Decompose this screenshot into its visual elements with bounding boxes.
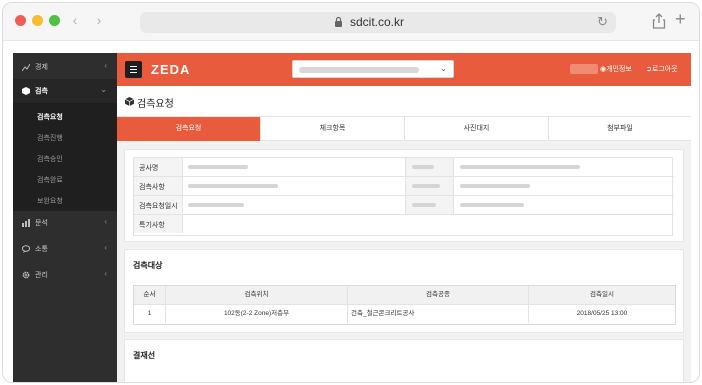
back-icon[interactable]: ‹ — [67, 12, 83, 28]
lock-icon — [335, 16, 342, 27]
info-label-redacted — [405, 158, 454, 176]
redacted-value — [188, 165, 248, 169]
table-header-row: 순서 검측위치 검측공종 검측일시 — [134, 286, 675, 305]
info-row: 검측요청일시 — [134, 196, 674, 215]
app-header: ZEDA ⌄ ◉개인정보 ➲로그아웃 — [117, 53, 691, 86]
info-label: 공사명 — [134, 158, 183, 176]
submenu-item-request[interactable]: 검측요청 — [37, 112, 63, 122]
address-bar[interactable]: sdcit.co.kr ↻ — [140, 12, 616, 33]
tab-attachments[interactable]: 첨부파일 — [549, 117, 691, 141]
row-datetime: 2018/05/25 13:00 — [576, 310, 628, 317]
logout-link[interactable]: ➲로그아웃 — [646, 64, 678, 74]
redacted-value — [188, 203, 244, 207]
sidebar-item-label: 소통 — [35, 246, 48, 253]
chevron-left-icon: ‹ — [104, 217, 107, 226]
info-table: 공사명 검측사항 검측요청일시 특기사항 — [133, 157, 674, 236]
submenu-item-complete[interactable]: 검측완료 — [37, 175, 63, 185]
tab-request[interactable]: 검측요청 — [117, 117, 261, 141]
sidebar-item-label: 관리 — [35, 272, 48, 279]
redacted-value — [460, 165, 580, 169]
inspection-submenu: 검측요청 검측진행 검측승인 검측완료 보완요청 — [13, 103, 117, 211]
sidebar-item-inspection[interactable]: 검측 ⌄ — [13, 79, 117, 103]
section-title: 결재선 — [133, 351, 156, 360]
sidebar-item-communication[interactable]: 소통 ‹ — [13, 237, 117, 261]
bar-chart-icon — [22, 219, 30, 227]
project-select[interactable]: ⌄ — [292, 60, 454, 78]
column-header: 검측일시 — [590, 291, 614, 298]
browser-toolbar: ‹ › sdcit.co.kr ↻ + — [3, 3, 699, 41]
minimize-window-button[interactable] — [32, 15, 43, 26]
redacted-value — [188, 184, 278, 188]
username-redacted — [570, 64, 598, 74]
info-row: 검측사항 — [134, 177, 674, 196]
row-location: 102동(2-2 Zone)저층부 — [166, 305, 348, 323]
menu-toggle-button[interactable] — [125, 61, 142, 78]
info-label: 특기사항 — [134, 215, 183, 233]
sidebar-item-analysis[interactable]: 문석 ‹ — [13, 211, 117, 235]
submenu-item-supplement[interactable]: 보완요청 — [37, 196, 63, 206]
box-icon — [22, 87, 30, 95]
app-logo: ZEDA — [151, 62, 191, 77]
close-window-button[interactable] — [15, 15, 26, 26]
sidebar-item-economy[interactable]: 경제 ‹ — [13, 55, 117, 79]
redacted-value — [460, 203, 524, 207]
chevron-down-icon: ⌄ — [100, 85, 107, 94]
info-row: 공사명 — [134, 158, 674, 177]
approval-card: 결재선 — [124, 339, 684, 382]
main-content: 검측요청 검측요청 체크항목 사진대지 첨부파일 공사명 검측사항 검측요청일시… — [117, 86, 691, 382]
info-label-redacted — [405, 177, 454, 195]
info-label: 검측요청일시 — [134, 196, 183, 214]
submenu-item-progress[interactable]: 검측진행 — [37, 133, 63, 143]
redacted-value — [460, 184, 530, 188]
info-row: 특기사항 — [134, 215, 674, 234]
column-header: 검측위치 — [166, 286, 348, 304]
sidebar-item-label: 경제 — [35, 64, 48, 71]
chart-icon — [22, 63, 30, 71]
project-name-redacted — [299, 67, 419, 73]
tab-bar: 검측요청 체크항목 사진대지 첨부파일 — [117, 116, 691, 141]
sidebar: 경제 ‹ 검측 ⌄ 검측요청 검측진행 검측승인 검측완료 보완요청 문석 ‹ … — [13, 53, 117, 382]
url-text: sdcit.co.kr — [350, 15, 405, 29]
page-title: 검측요청 — [137, 99, 174, 110]
chevron-left-icon: ‹ — [104, 243, 107, 252]
tab-checklist[interactable]: 체크항목 — [261, 117, 405, 141]
chevron-left-icon: ‹ — [104, 269, 107, 278]
profile-link[interactable]: ◉개인정보 — [600, 64, 632, 74]
box-icon — [125, 97, 134, 106]
page-header: 검측요청 — [117, 86, 691, 116]
info-label: 검측사항 — [134, 177, 183, 195]
row-number: 1 — [134, 305, 166, 323]
chevron-left-icon: ‹ — [104, 61, 107, 70]
maximize-window-button[interactable] — [49, 15, 60, 26]
table-row[interactable]: 1 102동(2-2 Zone)저층부 건축_철근콘크리트공사 2018/05/… — [134, 305, 675, 324]
share-icon[interactable] — [652, 13, 666, 29]
info-label-redacted — [405, 196, 454, 214]
row-work-type: 건축_철근콘크리트공사 — [348, 305, 529, 323]
gear-icon — [22, 271, 30, 279]
inspection-target-card: 검측대상 순서 검측위치 검측공종 검측일시 1 102동(2-2 Zone)저… — [124, 249, 684, 333]
info-card: 공사명 검측사항 검측요청일시 특기사항 — [124, 149, 684, 242]
column-header: 검측공종 — [348, 286, 529, 304]
submenu-item-approval[interactable]: 검측승인 — [37, 154, 63, 164]
chevron-down-icon: ⌄ — [440, 64, 447, 73]
sidebar-item-label: 문석 — [35, 220, 48, 227]
sidebar-item-label: 검측 — [35, 88, 48, 95]
reload-icon[interactable]: ↻ — [597, 14, 608, 30]
forward-icon[interactable]: › — [91, 12, 107, 28]
sidebar-item-management[interactable]: 관리 ‹ — [13, 263, 117, 287]
new-tab-icon[interactable]: + — [675, 9, 686, 30]
column-header: 순서 — [134, 286, 166, 304]
chat-icon — [22, 245, 30, 253]
inspection-target-table: 순서 검측위치 검측공종 검측일시 1 102동(2-2 Zone)저층부 건축… — [133, 285, 676, 325]
tab-photos[interactable]: 사진대지 — [405, 117, 549, 141]
section-title: 검측대상 — [133, 261, 163, 270]
browser-window: ‹ › sdcit.co.kr ↻ + 경제 ‹ 검측 ⌄ 검측요청 검측진행 … — [2, 2, 700, 383]
